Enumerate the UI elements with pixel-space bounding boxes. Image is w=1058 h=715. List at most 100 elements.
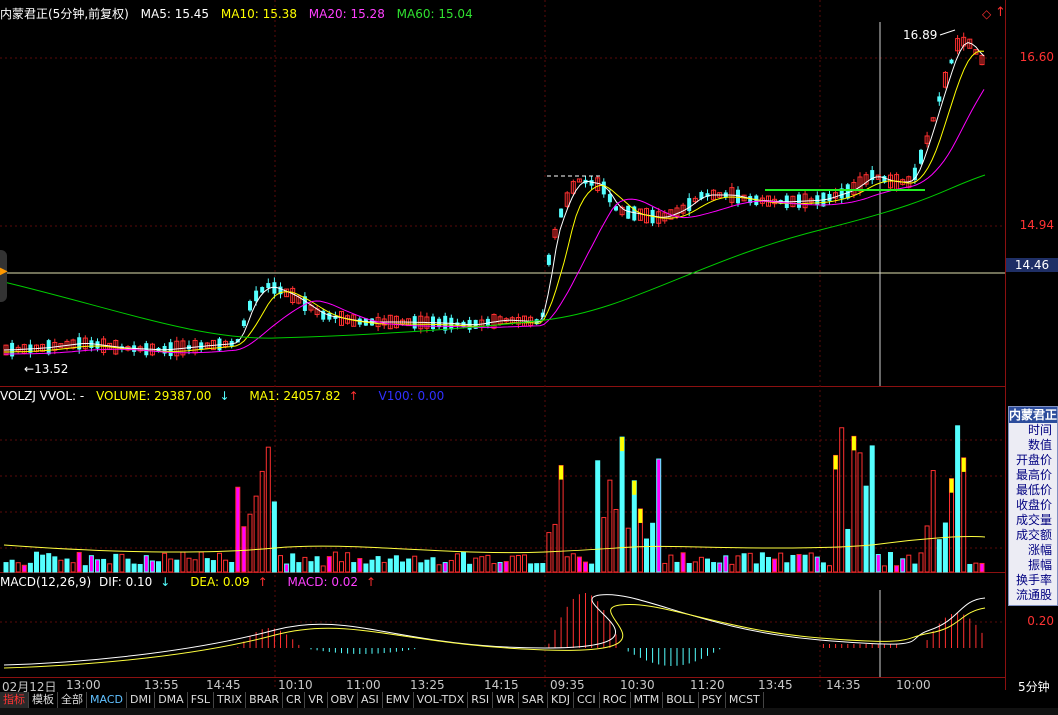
tab-cci[interactable]: CCI <box>573 692 600 708</box>
volume-bar <box>223 559 229 573</box>
volume-bar <box>381 561 387 573</box>
volume-indicator-name[interactable]: VOLZJ VVOL: - <box>0 389 84 403</box>
volume-bar <box>393 555 399 573</box>
volume-bar <box>662 562 668 573</box>
volume-bar <box>162 552 168 573</box>
tab-模板[interactable]: 模板 <box>29 692 58 708</box>
candle-down <box>248 301 252 311</box>
tab-macd[interactable]: MACD <box>87 692 127 708</box>
macd-axis-label: 0.20 <box>1027 614 1054 628</box>
volume-bar <box>284 563 290 573</box>
tab-wr[interactable]: WR <box>493 692 519 708</box>
volume-bar <box>375 556 381 573</box>
time-axis: 02月12日 13:00 13:55 14:45 10:10 11:00 13:… <box>0 678 1058 695</box>
data-window-item: 最高价 <box>1015 468 1052 482</box>
volume-bar <box>570 553 576 573</box>
volume-bar <box>485 554 491 573</box>
volume-bar <box>217 552 222 573</box>
tab-psy[interactable]: PSY <box>698 692 726 708</box>
data-window-item: 时间 <box>1027 423 1052 437</box>
tab-fsl[interactable]: FSL <box>187 692 214 708</box>
bottom-strip <box>0 708 1058 715</box>
data-window-item: 最低价 <box>1015 483 1052 497</box>
data-window-item: 成交额 <box>1015 528 1052 542</box>
volume-bar <box>369 559 375 573</box>
volume-bar-cap <box>559 465 564 480</box>
left-arrow-icon[interactable]: ▶ <box>0 266 8 277</box>
tab-emv[interactable]: EMV <box>382 692 414 708</box>
volume-bar <box>686 563 692 573</box>
volume-bar <box>241 526 247 573</box>
volume-bar <box>259 470 265 573</box>
ma5-line <box>3 42 985 351</box>
volume-bar <box>540 563 546 573</box>
tab-vol-tdx[interactable]: VOL-TDX <box>413 692 469 708</box>
tab-指标[interactable]: 指标 <box>0 692 29 708</box>
volume-bar <box>186 557 192 573</box>
volume-bar <box>210 560 216 573</box>
volume-bar <box>192 559 198 573</box>
volume-bar <box>345 552 351 573</box>
tab-mcst[interactable]: MCST <box>725 692 764 708</box>
tab-rsi[interactable]: RSI <box>468 692 494 708</box>
volume-bar <box>70 562 76 573</box>
data-window-item: 流通股 <box>1015 588 1052 602</box>
volume-bar <box>180 551 186 573</box>
volume-series <box>3 425 986 573</box>
macd-series <box>3 593 986 669</box>
volume-bar-cap <box>851 436 856 451</box>
volume-bar <box>601 517 607 573</box>
volume-bar <box>515 554 521 573</box>
volume-bar <box>644 538 649 573</box>
volume-bar <box>906 554 912 573</box>
tab-mtm[interactable]: MTM <box>630 692 664 708</box>
data-window-panel[interactable]: 内蒙君正 时间 数值 开盘价 最高价 最低价 收盘价 成交量 成交额 涨幅 振幅 换手率 流通股 <box>1008 406 1058 606</box>
candle-down <box>589 180 594 186</box>
tab-asi[interactable]: ASI <box>357 692 383 708</box>
volume-bar <box>833 454 839 573</box>
volume-bar <box>576 556 582 573</box>
tab-brar[interactable]: BRAR <box>246 692 284 708</box>
candle-down <box>601 181 606 195</box>
volume-bar <box>314 556 320 573</box>
volume-bar-cap <box>638 508 643 523</box>
volume-bar <box>332 551 338 573</box>
tab-全部[interactable]: 全部 <box>58 692 87 708</box>
tab-trix[interactable]: TRIX <box>213 692 247 708</box>
volume-bar <box>705 558 710 573</box>
volume-bar <box>924 525 930 573</box>
candle-down <box>845 184 850 199</box>
tab-cr[interactable]: CR <box>283 692 306 708</box>
volume-bar <box>851 435 857 573</box>
volume-bar <box>711 562 717 573</box>
volume-bar <box>467 563 473 573</box>
volume-bar <box>34 551 39 573</box>
volume-bar <box>198 551 204 573</box>
tab-boll[interactable]: BOLL <box>663 692 699 708</box>
high-price-annotation: 16.89 <box>903 28 938 42</box>
tab-dma[interactable]: DMA <box>155 692 188 708</box>
tab-roc[interactable]: ROC <box>599 692 631 708</box>
volume-bar <box>473 557 479 573</box>
data-window-item: 成交量 <box>1015 513 1052 527</box>
volume-bar <box>101 558 107 573</box>
volume-bar <box>491 563 497 573</box>
volume-bar <box>15 562 21 573</box>
volume-bar <box>418 562 424 573</box>
low-price-annotation: ←13.52 <box>24 362 69 376</box>
volume-bar-cap <box>632 480 637 495</box>
data-window-item: 涨幅 <box>1027 543 1052 557</box>
volume-bar <box>46 553 52 573</box>
tab-vr[interactable]: VR <box>305 692 328 708</box>
volume-bar <box>942 522 948 573</box>
volume-bar <box>290 553 296 573</box>
tab-dmi[interactable]: DMI <box>126 692 156 708</box>
macd-indicator-name[interactable]: MACD(12,26,9) <box>0 575 91 589</box>
tab-obv[interactable]: OBV <box>327 692 358 708</box>
tab-kdj[interactable]: KDJ <box>548 692 574 708</box>
volume-bar <box>479 556 485 573</box>
volume-bar <box>174 559 180 573</box>
tab-sar[interactable]: SAR <box>518 692 549 708</box>
volume-bar <box>351 562 357 573</box>
period-label[interactable]: 5分钟 <box>1018 678 1050 695</box>
